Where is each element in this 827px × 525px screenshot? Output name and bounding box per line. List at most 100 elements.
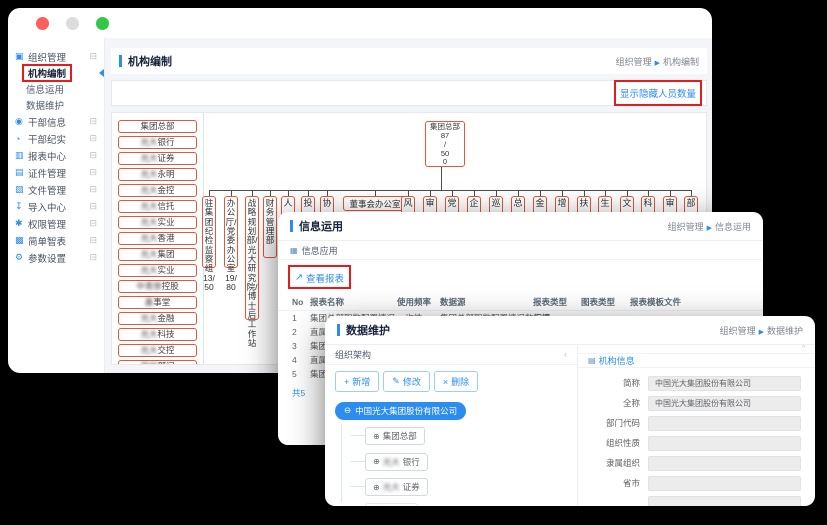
org-chart-node[interactable]: 战略规划部/光大研究院/博士后工作站: [245, 196, 259, 320]
table-cell: 5: [292, 369, 297, 379]
table-icon: ▩: [15, 235, 28, 246]
org-unit-list-item[interactable]: 光大金控: [118, 184, 197, 197]
data-maintenance-title: 数据维护: [346, 322, 390, 338]
org-unit-list-item[interactable]: 光大实业: [118, 216, 197, 229]
expand-node-icon[interactable]: ⊕: [373, 483, 380, 492]
collapse-icon[interactable]: ⊟: [89, 151, 97, 160]
expand-node-icon[interactable]: ⊕: [373, 432, 380, 441]
collapse-section-icon[interactable]: ⌃: [800, 344, 807, 353]
sidebar-item-信息运用[interactable]: 信息运用: [8, 81, 104, 97]
org-chart-root-node[interactable]: 集团总部87/500: [425, 121, 465, 167]
sidebar-item-简单智表[interactable]: ▩简单智表⊟: [8, 232, 104, 249]
org-unit-list-item[interactable]: 光大永明: [118, 168, 197, 181]
tree-node-item[interactable]: 光大永明: [365, 503, 418, 506]
tab-org-info[interactable]: ▤ 机构信息: [578, 354, 645, 367]
sidebar-item-干部纪实[interactable]: ◔干部纪实⊟: [8, 130, 104, 147]
新增-button[interactable]: +新增: [335, 371, 379, 392]
org-unit-list-item[interactable]: 光大集团: [118, 248, 197, 261]
org-unit-list-item[interactable]: 嘉事堂: [118, 296, 197, 309]
sidebar-item-权限管理[interactable]: ✱权限管理⊟: [8, 215, 104, 232]
org-unit-list-item[interactable]: 光大信托: [118, 200, 197, 213]
org-unit-list-item[interactable]: 光大实业: [118, 264, 197, 277]
field-input-组织性质[interactable]: [648, 436, 801, 451]
tree-node-item[interactable]: ⊕光大银行: [365, 453, 428, 471]
column-header: No: [292, 297, 303, 307]
sidebar-item-报表中心[interactable]: ▥报表中心⊟: [8, 147, 104, 164]
collapse-icon[interactable]: ⊟: [89, 219, 97, 228]
org-unit-list-item[interactable]: 其他部门: [118, 360, 197, 365]
org-unit-list-item[interactable]: 光大证券: [118, 152, 197, 165]
sidebar-item-数据维护[interactable]: 数据维护: [8, 97, 104, 113]
field-label: 组织性质: [578, 437, 648, 449]
redacted-text: 光大: [140, 330, 157, 339]
column-header: 报表类型: [533, 296, 567, 308]
close-window-button[interactable]: [36, 17, 49, 30]
org-chart-node[interactable]: 财务管理部: [263, 196, 277, 258]
collapse-icon[interactable]: ⊟: [89, 185, 97, 194]
sidebar-item-干部信息[interactable]: ◉干部信息⊟: [8, 113, 104, 130]
redacted-text: 光大: [140, 250, 157, 259]
org-chart-node[interactable]: 驻集团纪检监察组13/50: [202, 196, 216, 268]
connector-line: [441, 167, 442, 190]
collapse-panel-icon[interactable]: ‹: [564, 349, 567, 359]
sidebar-item-文件管理[interactable]: ▧文件管理⊟: [8, 181, 104, 198]
field-input-省市[interactable]: [648, 476, 801, 491]
view-report-button[interactable]: ↗ 查看报表: [290, 269, 349, 287]
field-label: 省市: [578, 477, 648, 489]
table-header-row: No报表名称使用频率数据源报表类型图表类型报表模板文件: [278, 294, 763, 311]
org-chart-node[interactable]: 董事会办公室: [343, 196, 407, 211]
org-unit-list-item[interactable]: 光大银行: [118, 136, 197, 149]
tree-node-item[interactable]: ⊕集团总部: [365, 427, 425, 445]
minimize-window-button[interactable]: [66, 17, 79, 30]
data-maintenance-window: 数据维护 组织管理▶数据维护 组织架构 ‹ +新增✎修改×删除 ⊖中国光大集团股…: [325, 316, 815, 506]
sidebar-item-组织管理[interactable]: ▣组织管理⊟: [8, 48, 104, 65]
field-input-隶属组织[interactable]: [648, 456, 801, 471]
field-input-部门代码[interactable]: [648, 416, 801, 431]
expand-node-icon[interactable]: ⊕: [373, 457, 380, 466]
修改-button[interactable]: ✎修改: [383, 371, 430, 392]
redacted-text: 光大: [140, 266, 157, 275]
field-input-hidden[interactable]: [648, 496, 801, 507]
删除-button[interactable]: ×删除: [434, 371, 478, 392]
org-chart-node[interactable]: 办公厅/党委办公室19/80: [224, 196, 238, 268]
org-unit-list-item[interactable]: 光大交控: [118, 344, 197, 357]
redacted-text: 光大: [383, 456, 400, 468]
org-unit-list-item[interactable]: 光大金融: [118, 312, 197, 325]
org-unit-name: 集团: [158, 250, 175, 259]
show-hidden-staff-count-link[interactable]: 显示隐藏人员数量: [620, 89, 696, 100]
collapse-node-icon[interactable]: ⊖: [344, 405, 351, 416]
collapse-icon[interactable]: ⊟: [89, 202, 97, 211]
org-unit-name: 实业: [158, 266, 175, 275]
breadcrumb[interactable]: 组织管理▶信息运用: [668, 220, 751, 233]
collapse-icon[interactable]: ⊟: [89, 253, 97, 262]
button-label: 新增: [352, 375, 370, 388]
active-item-marker: [99, 69, 104, 77]
collapse-icon[interactable]: ⊟: [89, 236, 97, 245]
tree-root-node[interactable]: ⊖中国光大集团股份有限公司: [335, 402, 466, 420]
org-unit-list-item[interactable]: 中青旅控股: [118, 280, 197, 293]
collapse-icon[interactable]: ⊟: [89, 168, 97, 177]
field-input-简称[interactable]: 中国光大集团股份有限公司: [648, 376, 801, 391]
sidebar-item-机构编制[interactable]: 机构编制: [8, 65, 104, 81]
sidebar-item-导入中心[interactable]: ↧导入中心⊟: [8, 198, 104, 215]
tree-node-item[interactable]: ⊕光大证券: [365, 478, 428, 496]
breadcrumb[interactable]: 组织管理▶数据维护: [720, 324, 803, 337]
collapse-icon[interactable]: ⊟: [89, 117, 97, 126]
org-unit-name: 控股: [162, 282, 179, 291]
org-unit-name: 科技: [158, 330, 175, 339]
breadcrumb-arrow-icon: ▶: [707, 225, 712, 232]
sidebar-item-证件管理[interactable]: ▤证件管理⊟: [8, 164, 104, 181]
org-unit-list-item[interactable]: 光大科技: [118, 328, 197, 341]
sidebar-item-参数设置[interactable]: ⚙参数设置⊟: [8, 249, 104, 266]
collapse-icon[interactable]: ⊟: [89, 134, 97, 143]
org-unit-list-item[interactable]: 光大香港: [118, 232, 197, 245]
form-row: 简称中国光大集团股份有限公司: [578, 373, 815, 393]
org-unit-list-item[interactable]: 集团总部: [118, 120, 197, 133]
zoom-window-button[interactable]: [96, 17, 109, 30]
collapse-icon[interactable]: ⊟: [89, 52, 97, 61]
tree-node: ⊕光大银行: [365, 451, 577, 471]
field-input-全称[interactable]: 中国光大集团股份有限公司: [648, 396, 801, 411]
org-toolbar: 显示隐藏人员数量: [111, 80, 707, 106]
breadcrumb[interactable]: 组织管理▶机构编制: [616, 55, 699, 68]
title-accent-bar: [337, 324, 340, 336]
